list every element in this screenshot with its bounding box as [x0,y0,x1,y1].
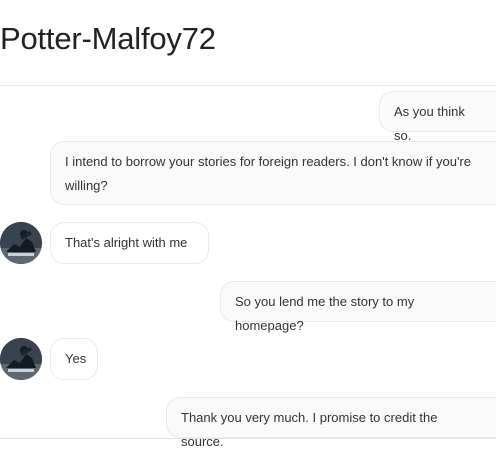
chat-page: Potter-Malfoy72 As you think so. I inten… [0,0,496,449]
message-bubble: Thank you very much. I promise to credit… [166,397,496,449]
message-text: Yes [65,351,87,366]
author-avatar-icon[interactable] [0,222,42,264]
message-bubble: Yes [50,338,98,380]
divider [0,438,496,439]
message-bubble: That's alright with me [50,222,209,264]
message-text: So you lend me the story to my homepage? [235,294,415,333]
message-text: Thank you very much. I promise to credit… [181,410,438,449]
message-bubble: As you think so. [379,91,496,143]
author-avatar-icon[interactable] [0,338,42,380]
message-text: As you think so. [394,104,465,143]
message-bubble: So you lend me the story to my homepage? [220,281,496,333]
message-bubble: I intend to borrow your stories for fore… [50,141,496,205]
message-text: I intend to borrow your stories for fore… [65,154,471,193]
chat-header: Potter-Malfoy72 [0,0,496,86]
message-text: That's alright with me [65,235,188,250]
page-title: Potter-Malfoy72 [0,21,216,56]
